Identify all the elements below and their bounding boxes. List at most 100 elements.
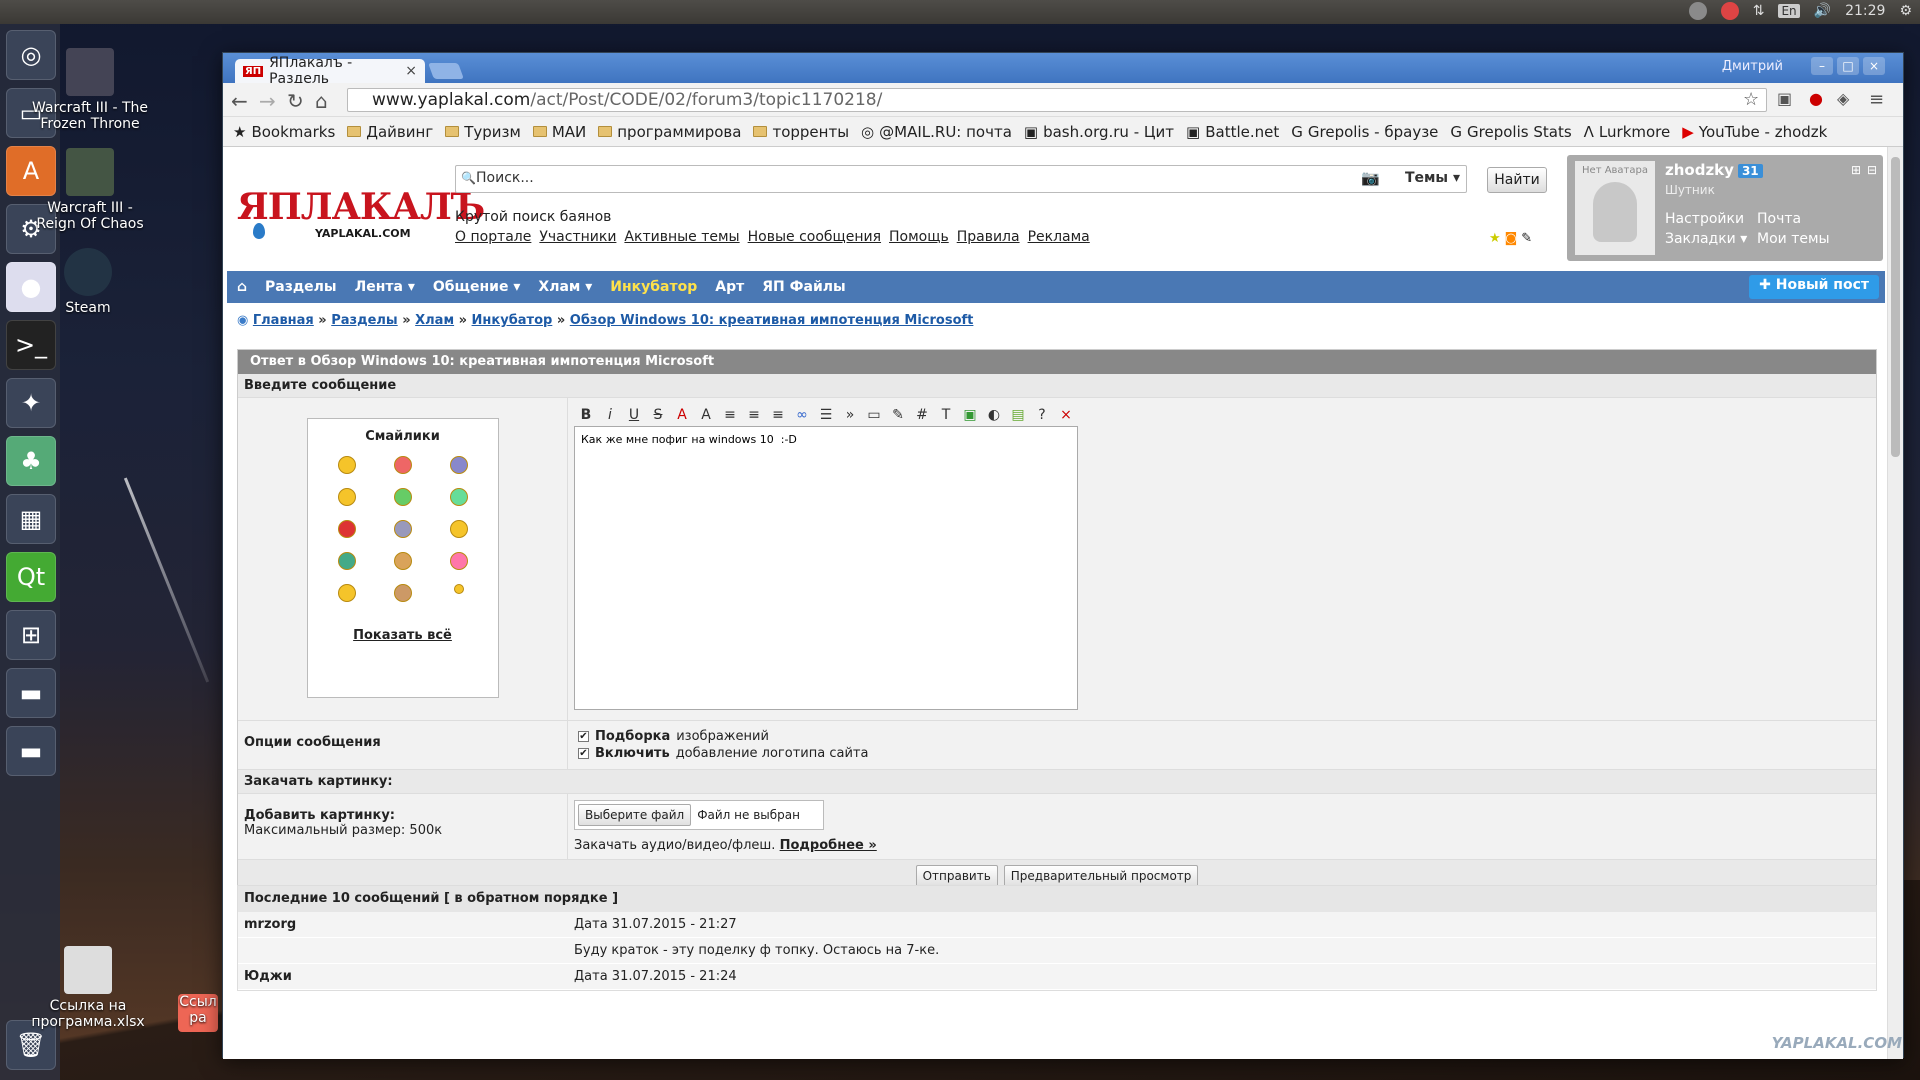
list-icon[interactable]: ☰ — [818, 407, 834, 423]
bookmark-link[interactable]: ▣ bash.org.ru - Цит — [1024, 123, 1174, 141]
username[interactable]: zhodzky 31 — [1665, 161, 1763, 179]
post-author[interactable]: Юджи — [238, 964, 568, 989]
bookmark-link[interactable]: G Grepolis Stats — [1450, 123, 1571, 141]
bookmark-folder[interactable]: Дайвинг — [347, 123, 433, 141]
bookmark-link[interactable]: ▣ Battle.net — [1186, 123, 1279, 141]
address-bar[interactable]: www.yaplakal.com/act/Post/CODE/02/forum3… — [347, 88, 1767, 112]
help-icon[interactable]: ? — [1034, 407, 1050, 423]
preview-button[interactable]: Предварительный просмотр — [1003, 865, 1199, 887]
align-right-icon[interactable]: ≡ — [770, 407, 786, 423]
qt-icon[interactable]: Qt — [6, 552, 56, 602]
reload-icon[interactable]: ↻ — [287, 89, 304, 113]
smiley-icon[interactable] — [337, 584, 356, 602]
home-icon[interactable]: ⌂ — [237, 279, 247, 295]
crumb-trash[interactable]: Хлам — [415, 313, 454, 328]
crumb-home[interactable]: Главная — [253, 313, 314, 328]
avatar[interactable]: Нет Аватара — [1575, 161, 1655, 255]
bold-icon[interactable]: B — [578, 407, 594, 423]
hash-icon[interactable]: # — [914, 407, 930, 423]
plus-icon[interactable]: ⊞ — [1851, 163, 1861, 177]
link-ads[interactable]: Реклама — [1028, 229, 1090, 245]
crumb-incubator[interactable]: Инкубатор — [472, 313, 553, 328]
drive-icon[interactable]: ▬ — [6, 668, 56, 718]
choose-file-button[interactable]: Выберите файл — [578, 804, 692, 826]
notification-badge[interactable]: 31 — [1737, 164, 1763, 178]
gear-icon[interactable]: ⚙ — [1899, 3, 1912, 19]
bookmark-root[interactable]: ★ Bookmarks — [233, 123, 335, 141]
italic-icon[interactable]: i — [602, 407, 618, 423]
minimize-icon[interactable]: – — [1811, 57, 1833, 75]
link-new[interactable]: Новые сообщения — [748, 229, 881, 245]
strike-icon[interactable]: S — [650, 407, 666, 423]
bookmark-folder[interactable]: программирова — [598, 123, 741, 141]
link-mail[interactable]: Почта — [1757, 211, 1801, 227]
maximize-icon[interactable]: □ — [1837, 57, 1859, 75]
bookmark-folder[interactable]: торренты — [753, 123, 849, 141]
link-my-topics[interactable]: Мои темы — [1757, 231, 1830, 247]
more-link[interactable]: Подробнее » — [780, 838, 877, 853]
workspace-switcher-icon[interactable]: ⊞ — [6, 610, 56, 660]
desktop-icon-xlsx[interactable]: Ссылка на программа.xlsx — [28, 946, 148, 1030]
network-icon[interactable] — [1688, 2, 1707, 20]
link-rules[interactable]: Правила — [957, 229, 1020, 245]
camera-icon[interactable]: 📷 — [1361, 169, 1380, 187]
site-logo[interactable]: ЯПЛАКАЛЪ YAPLAKAL.COM — [237, 187, 485, 243]
transfer-icon[interactable]: ⇅ — [1753, 3, 1765, 19]
video-icon[interactable]: ▤ — [1010, 407, 1026, 423]
bookmark-folder[interactable]: МАИ — [532, 123, 586, 141]
font-color-icon[interactable]: A — [674, 407, 690, 423]
search-input[interactable]: 🔍 Поиск... 📷 Темы ▾ — [455, 165, 1467, 193]
shield-icon[interactable]: ◈ — [1837, 89, 1849, 108]
smiley-icon[interactable] — [393, 488, 412, 506]
close-tab-icon[interactable]: × — [405, 63, 417, 79]
smiley-icon[interactable] — [393, 584, 412, 602]
align-left-icon[interactable]: ≡ — [722, 407, 738, 423]
smiley-icon[interactable] — [337, 456, 356, 474]
favorites-icon[interactable]: ★ — [1489, 231, 1501, 246]
submit-button[interactable]: Отправить — [915, 865, 998, 887]
menu-feed[interactable]: Лента ▾ — [355, 279, 415, 295]
text-icon[interactable]: T — [938, 407, 954, 423]
smiley-icon[interactable] — [393, 520, 412, 538]
new-post-button[interactable]: ✚ Новый пост — [1749, 275, 1879, 299]
shotwell-icon[interactable]: ✦ — [6, 378, 56, 428]
home-icon[interactable]: ⌂ — [315, 89, 328, 113]
terminal-icon[interactable]: >_ — [6, 320, 56, 370]
quote-icon[interactable]: » — [842, 407, 858, 423]
desktop-icon-link[interactable]: Ссыл ра — [178, 994, 218, 1032]
bookmark-folder[interactable]: Туризм — [445, 123, 521, 141]
calculator-icon[interactable]: ▦ — [6, 494, 56, 544]
volume-icon[interactable]: 🔊 — [1814, 3, 1831, 19]
smiley-icon[interactable] — [393, 456, 412, 474]
close-window-icon[interactable]: × — [1863, 57, 1885, 75]
bookmark-link[interactable]: Λ Lurkmore — [1584, 123, 1671, 141]
playonlinux-icon[interactable]: ♣ — [6, 436, 56, 486]
smiley-icon[interactable] — [449, 456, 468, 474]
menu-icon[interactable]: ≡ — [1869, 89, 1884, 110]
hide-icon[interactable]: ▭ — [866, 407, 882, 423]
rss-icon[interactable]: ◙ — [1505, 231, 1518, 246]
smiley-icon[interactable] — [449, 488, 468, 506]
link-icon[interactable]: ∞ — [794, 407, 810, 423]
drive-icon[interactable]: ▬ — [6, 726, 56, 776]
link-members[interactable]: Участники — [539, 229, 616, 245]
extension-icon[interactable]: ▣ — [1777, 89, 1792, 108]
link-active[interactable]: Активные темы — [624, 229, 739, 245]
smiley-icon[interactable] — [449, 552, 468, 570]
scrollbar[interactable] — [1887, 147, 1903, 1059]
smiley-icon[interactable] — [449, 520, 468, 538]
underline-icon[interactable]: U — [626, 407, 642, 423]
tab-yaplakal[interactable]: ЯП ЯПлакалъ - Раздель × — [235, 55, 425, 87]
keyboard-layout[interactable]: En — [1778, 4, 1800, 18]
message-textarea[interactable]: Как же мне пофиг на windows 10 :-D — [574, 426, 1078, 710]
clear-icon[interactable]: × — [1058, 407, 1074, 423]
search-scope-select[interactable]: Темы ▾ — [1405, 170, 1460, 186]
smiley-icon[interactable] — [337, 552, 356, 570]
crumb-topic[interactable]: Обзор Windows 10: креативная импотенция … — [570, 313, 974, 328]
tag-icon[interactable]: ✎ — [1521, 231, 1532, 246]
menu-sections[interactable]: Разделы — [265, 279, 337, 295]
link-about[interactable]: О портале — [455, 229, 531, 245]
menu-trash[interactable]: Хлам ▾ — [538, 279, 592, 295]
star-icon[interactable]: ☆ — [1743, 89, 1759, 110]
desktop-icon-warcraft-roc[interactable]: Warcraft III - Reign Of Chaos — [30, 148, 150, 232]
